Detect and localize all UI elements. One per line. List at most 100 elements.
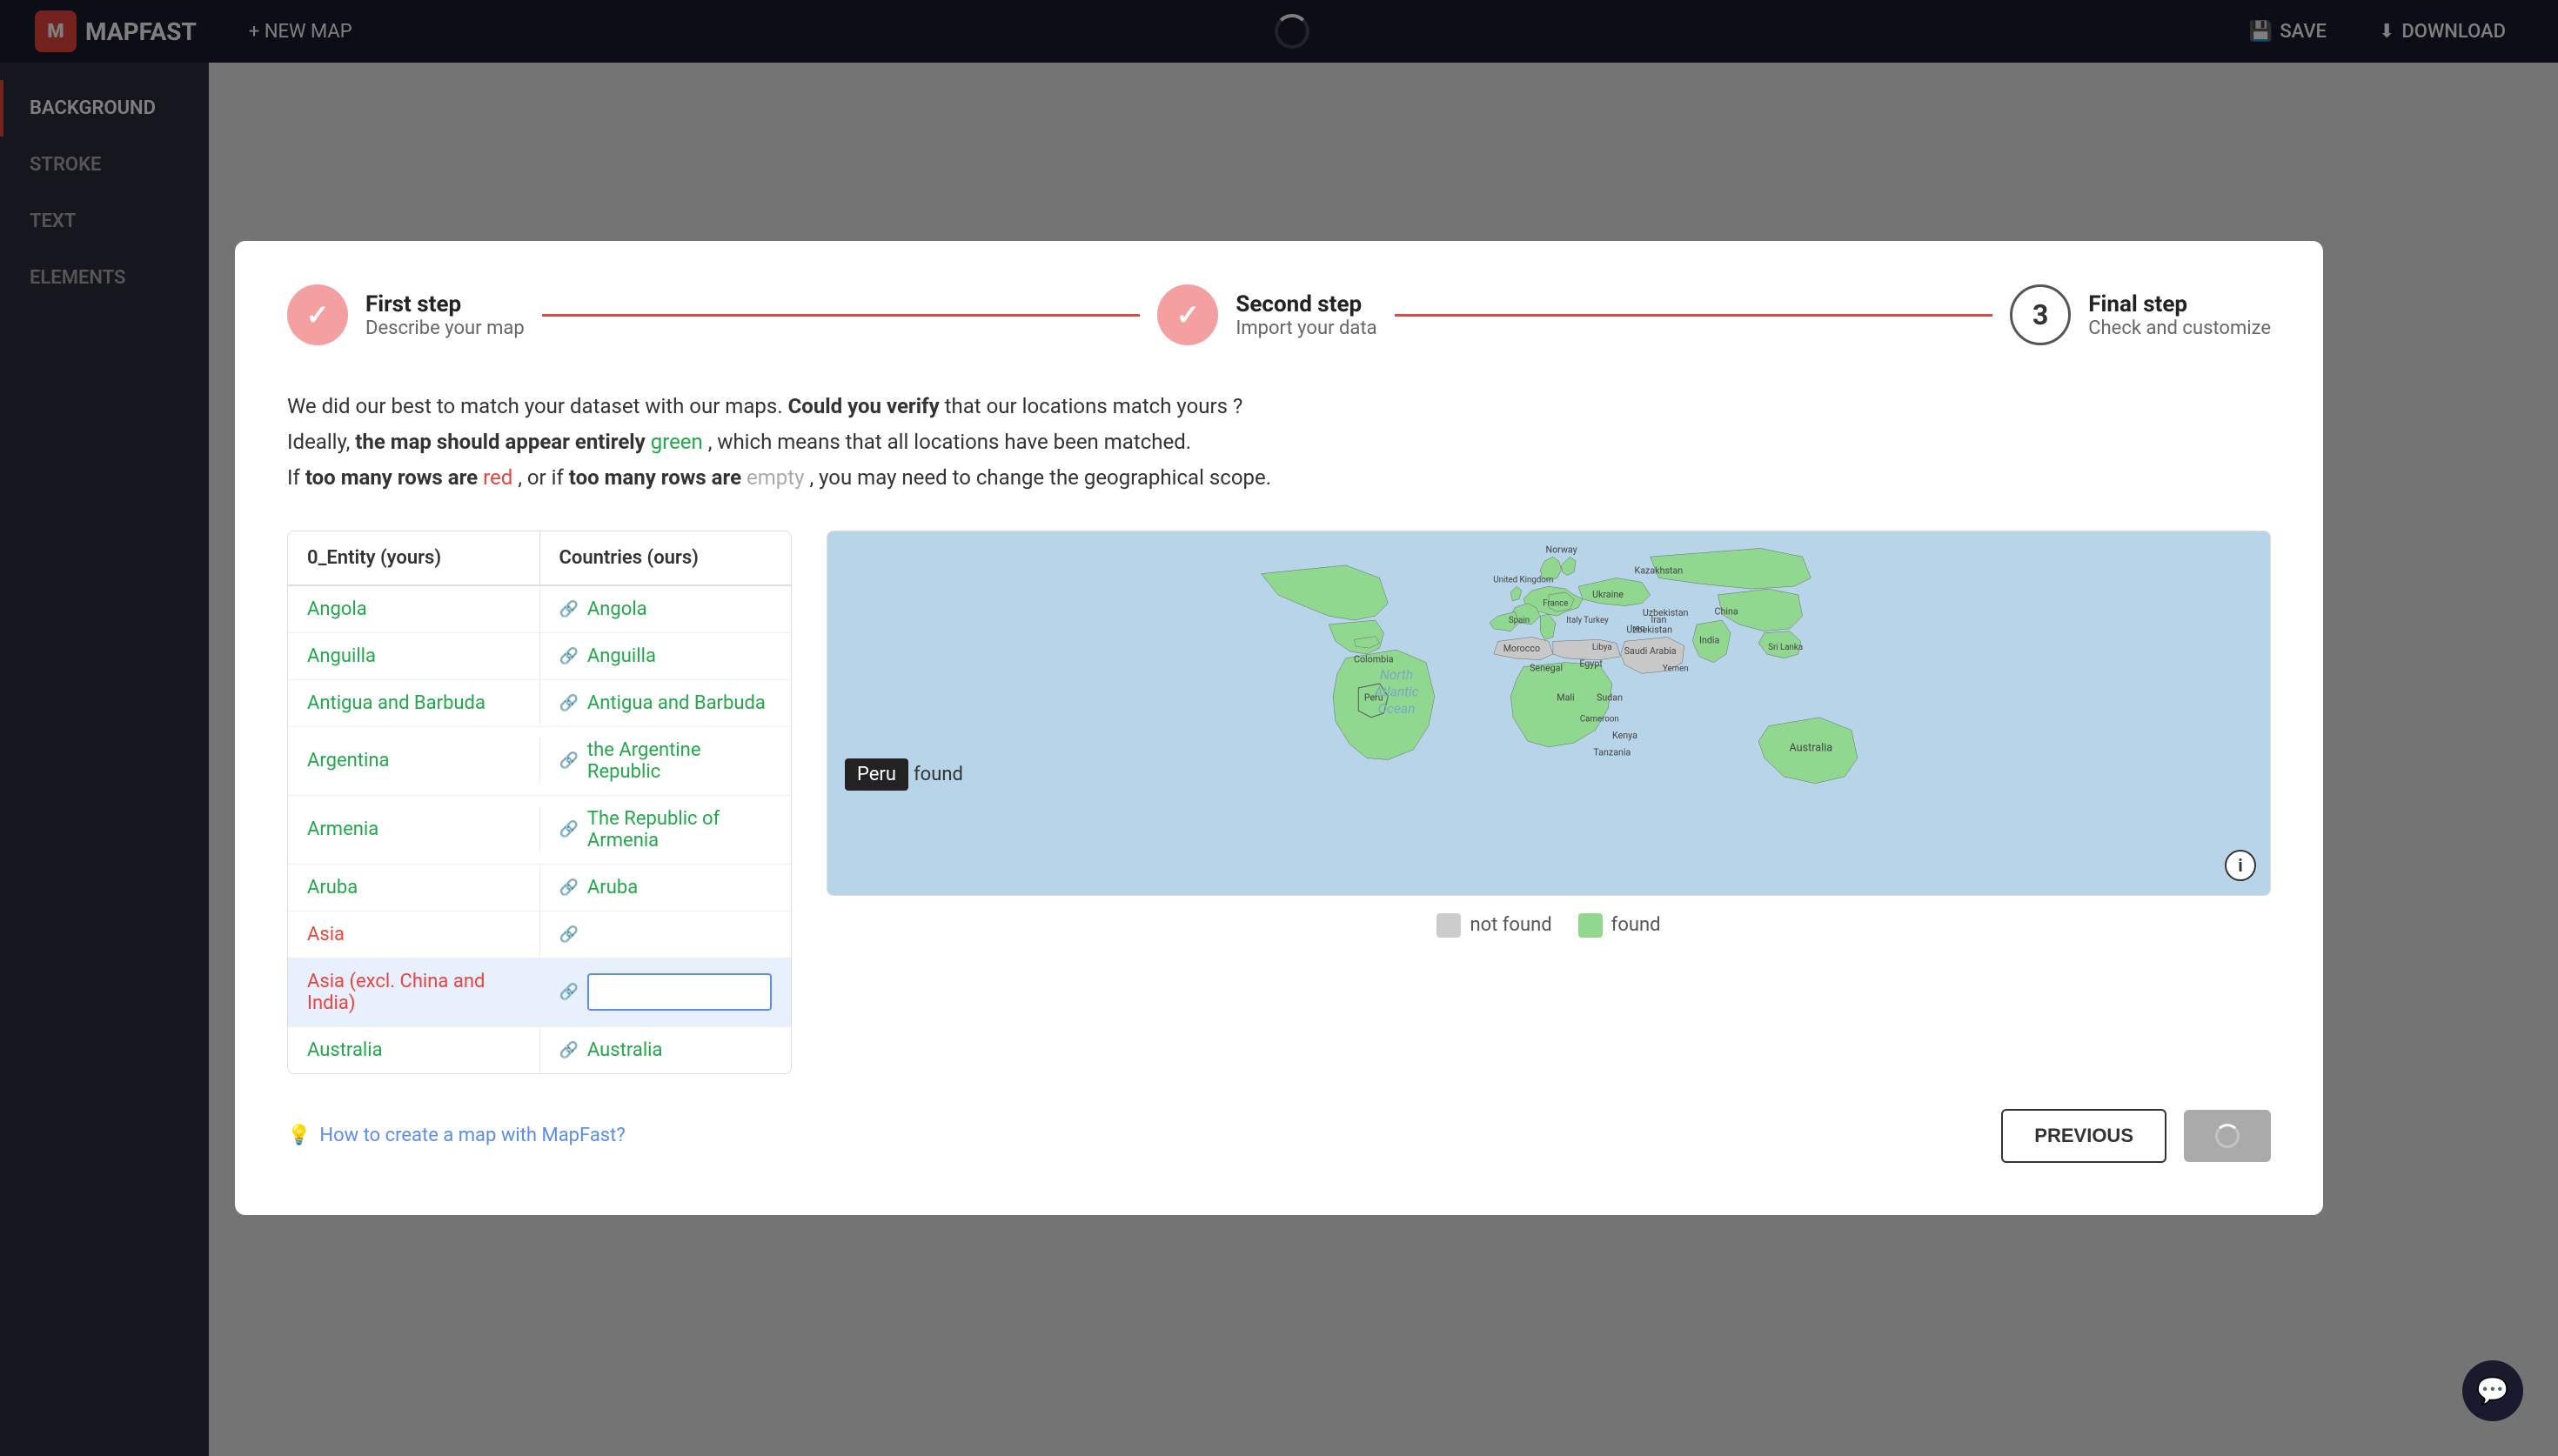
table-row: Antigua and Barbuda 🔗Antigua and Barbuda — [288, 680, 791, 727]
col1-header: 0_Entity (yours) — [288, 531, 540, 584]
svg-text:Iran: Iran — [1651, 614, 1666, 625]
found-label: found — [1611, 914, 1661, 936]
svg-text:Tanzania: Tanzania — [1593, 746, 1631, 758]
td-ours-editing[interactable]: 🔗 — [540, 961, 792, 1023]
td-ours: 🔗The Republic of Armenia — [540, 796, 792, 864]
td-ours: 🔗Aruba — [540, 865, 792, 911]
instructions-line3-end: , you may need to change the geographica… — [809, 465, 1271, 490]
svg-text:Senegal: Senegal — [1530, 662, 1563, 673]
previous-button[interactable]: PREVIOUS — [2001, 1109, 2166, 1163]
peru-found-text: found — [914, 764, 963, 785]
svg-text:Spain: Spain — [1509, 616, 1530, 625]
step-second-circle: ✓ — [1157, 284, 1218, 345]
stepper: ✓ First step Describe your map ✓ Second … — [287, 284, 2271, 345]
step-first-circle: ✓ — [287, 284, 348, 345]
svg-text:Turkey: Turkey — [1584, 616, 1609, 625]
chat-bubble[interactable]: 💬 — [2462, 1360, 2523, 1421]
how-to-link[interactable]: 💡 How to create a map with MapFast? — [287, 1125, 626, 1146]
map-wrapper: North Atlantic Ocean Norway United Kingd… — [827, 531, 2271, 896]
svg-text:Cameroon: Cameroon — [1580, 714, 1619, 724]
step-first-check-icon: ✓ — [306, 298, 330, 331]
step-second-title: Second step — [1235, 291, 1376, 317]
table-row: Angola 🔗Angola — [288, 586, 791, 633]
table-body[interactable]: Angola 🔗Angola Anguilla 🔗Anguilla — [288, 586, 791, 1073]
not-found-label: not found — [1470, 914, 1551, 936]
found-box — [1578, 913, 1603, 938]
svg-text:United Kingdom: United Kingdom — [1493, 575, 1553, 584]
step-second: ✓ Second step Import your data — [1157, 284, 1376, 345]
modal-overlay: ✓ First step Describe your map ✓ Second … — [0, 0, 2558, 1456]
svg-text:Ukraine: Ukraine — [1592, 589, 1624, 600]
instructions: We did our best to match your dataset wi… — [287, 389, 2271, 495]
legend-found: found — [1578, 913, 1661, 938]
step-first-subtitle: Describe your map — [365, 317, 525, 339]
step-second-subtitle: Import your data — [1235, 317, 1376, 339]
instructions-line3-bold1: too many rows are — [305, 465, 483, 490]
next-button[interactable] — [2184, 1110, 2271, 1162]
td-yours: Asia — [288, 912, 540, 958]
instructions-verify-bold: Could you verify — [788, 394, 940, 418]
step-first-title: First step — [365, 291, 525, 317]
svg-text:Morocco: Morocco — [1503, 643, 1540, 654]
body-layout: 0_Entity (yours) Countries (ours) Angola… — [287, 531, 2271, 1074]
legend-not-found: not found — [1436, 913, 1551, 938]
chat-icon: 💬 — [2476, 1376, 2508, 1406]
peru-label: Peru — [845, 758, 908, 791]
instructions-line3-start: If — [287, 465, 305, 490]
svg-text:Australia: Australia — [1790, 741, 1833, 754]
svg-text:India: India — [1699, 634, 1719, 645]
country-match-input[interactable] — [587, 973, 772, 1011]
step-final-subtitle: Check and customize — [2088, 317, 2271, 339]
link-icon: 🔗 — [559, 820, 579, 838]
match-table: 0_Entity (yours) Countries (ours) Angola… — [287, 531, 792, 1074]
td-ours: 🔗 — [540, 913, 792, 956]
link-icon: 🔗 — [559, 1041, 579, 1059]
link-icon: 🔗 — [559, 647, 579, 665]
modal-footer: 💡 How to create a map with MapFast? PREV… — [287, 1109, 2271, 1163]
svg-text:Iraq: Iraq — [1631, 624, 1645, 633]
td-ours: 🔗Anguilla — [540, 633, 792, 679]
svg-text:Sudan: Sudan — [1597, 691, 1623, 703]
svg-text:Kazakhstan: Kazakhstan — [1635, 564, 1684, 576]
ocean-label: North — [1380, 667, 1413, 683]
svg-text:Norway: Norway — [1545, 544, 1577, 555]
link-icon: 🔗 — [559, 925, 579, 944]
table-header: 0_Entity (yours) Countries (ours) — [288, 531, 791, 586]
td-yours: Armenia — [288, 806, 540, 852]
td-yours: Antigua and Barbuda — [288, 680, 540, 726]
instructions-line3-bold2: too many rows are — [569, 465, 747, 490]
td-yours: Aruba — [288, 865, 540, 911]
instructions-line2-plain: Ideally, — [287, 430, 355, 454]
td-ours: 🔗Antigua and Barbuda — [540, 680, 792, 726]
link-icon: 🔗 — [559, 694, 579, 712]
td-ours: 🔗Angola — [540, 586, 792, 632]
map-legend: not found found — [827, 913, 2271, 938]
table-row: Aruba 🔗Aruba — [288, 865, 791, 912]
table-row: Asia (excl. China and India) 🔗 — [288, 958, 791, 1027]
how-to-link-text: How to create a map with MapFast? — [319, 1125, 625, 1146]
not-found-box — [1436, 913, 1461, 938]
step-second-check-icon: ✓ — [1176, 298, 1200, 331]
step-line-1 — [542, 314, 1141, 317]
svg-text:Sri Lanka: Sri Lanka — [1768, 643, 1803, 652]
svg-text:Saudi Arabia: Saudi Arabia — [1624, 645, 1677, 657]
svg-text:Libya: Libya — [1592, 643, 1612, 652]
instructions-line2-end: , which means that all locations have be… — [708, 430, 1191, 454]
svg-text:Egypt: Egypt — [1579, 658, 1603, 669]
svg-text:Mali: Mali — [1557, 691, 1574, 703]
link-icon: 🔗 — [559, 878, 579, 897]
instructions-line1-plain: We did our best to match your dataset wi… — [287, 394, 788, 418]
instructions-line1-end: that our locations match yours ? — [945, 394, 1243, 418]
peru-tooltip: Peru found — [845, 758, 963, 791]
table-row: Argentina 🔗the Argentine Republic — [288, 727, 791, 796]
td-ours: 🔗Australia — [540, 1027, 792, 1073]
link-icon: 🔗 — [559, 983, 579, 1001]
table-row: Australia 🔗Australia — [288, 1027, 791, 1073]
step-final-number: 3 — [2032, 298, 2048, 331]
table-row: Armenia 🔗The Republic of Armenia — [288, 796, 791, 865]
svg-text:Italy: Italy — [1566, 616, 1582, 625]
svg-text:China: China — [1715, 605, 1738, 617]
svg-text:Yemen: Yemen — [1663, 664, 1689, 673]
td-yours: Australia — [288, 1027, 540, 1073]
map-info-icon[interactable]: i — [2225, 850, 2256, 881]
